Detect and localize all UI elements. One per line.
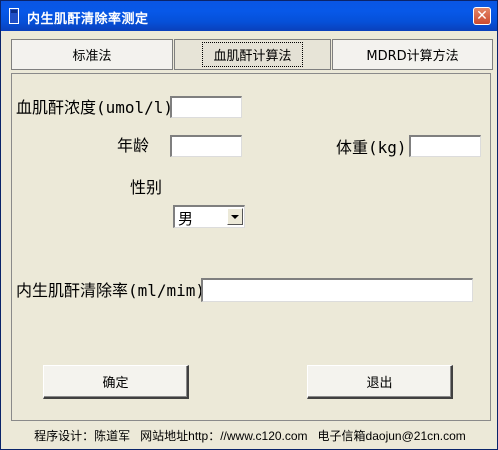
ok-button[interactable]: 确定 xyxy=(43,365,189,399)
footer-credits: 程序设计：陈道军 网站地址http：//www.c120.com 电子信箱dao… xyxy=(34,429,466,443)
close-button[interactable]: ✕ xyxy=(473,7,491,25)
age-label: 年龄 xyxy=(117,136,150,155)
weight-input[interactable] xyxy=(409,135,481,157)
tab-serum-creatinine-method[interactable]: 血肌酐计算法 xyxy=(174,39,331,70)
weight-label: 体重(kg) xyxy=(336,138,407,157)
sex-label: 性别 xyxy=(130,178,163,197)
tab-standard-method[interactable]: 标准法 xyxy=(11,39,173,70)
sex-select-value: 男 xyxy=(178,210,194,228)
clearance-label: 内生肌酐清除率(ml/mim) xyxy=(16,281,206,300)
app-icon xyxy=(9,8,19,24)
sex-select[interactable]: 男 xyxy=(173,205,245,228)
chevron-down-icon[interactable] xyxy=(227,208,243,225)
exit-button[interactable]: 退出 xyxy=(307,365,453,399)
creatinine-input[interactable] xyxy=(170,96,242,118)
tab-label: 标准法 xyxy=(72,49,112,64)
tab-label: MDRD计算方法 xyxy=(366,49,459,64)
client-area: 标准法 血肌酐计算法 MDRD计算方法 血肌酐浓度(umol/l) 年龄 体重(… xyxy=(5,31,493,447)
tab-label: 血肌酐计算法 xyxy=(202,42,303,67)
clearance-output[interactable] xyxy=(201,278,473,302)
window-title: 内生肌酐清除率测定 xyxy=(27,12,149,27)
title-bar[interactable]: 内生肌酐清除率测定 ✕ xyxy=(1,1,497,31)
age-input[interactable] xyxy=(170,135,242,157)
tab-mdrd-method[interactable]: MDRD计算方法 xyxy=(332,39,493,70)
creatinine-label: 血肌酐浓度(umol/l) xyxy=(16,98,174,117)
app-window: 内生肌酐清除率测定 ✕ 标准法 血肌酐计算法 MDRD计算方法 血肌酐浓度(um… xyxy=(0,0,498,450)
